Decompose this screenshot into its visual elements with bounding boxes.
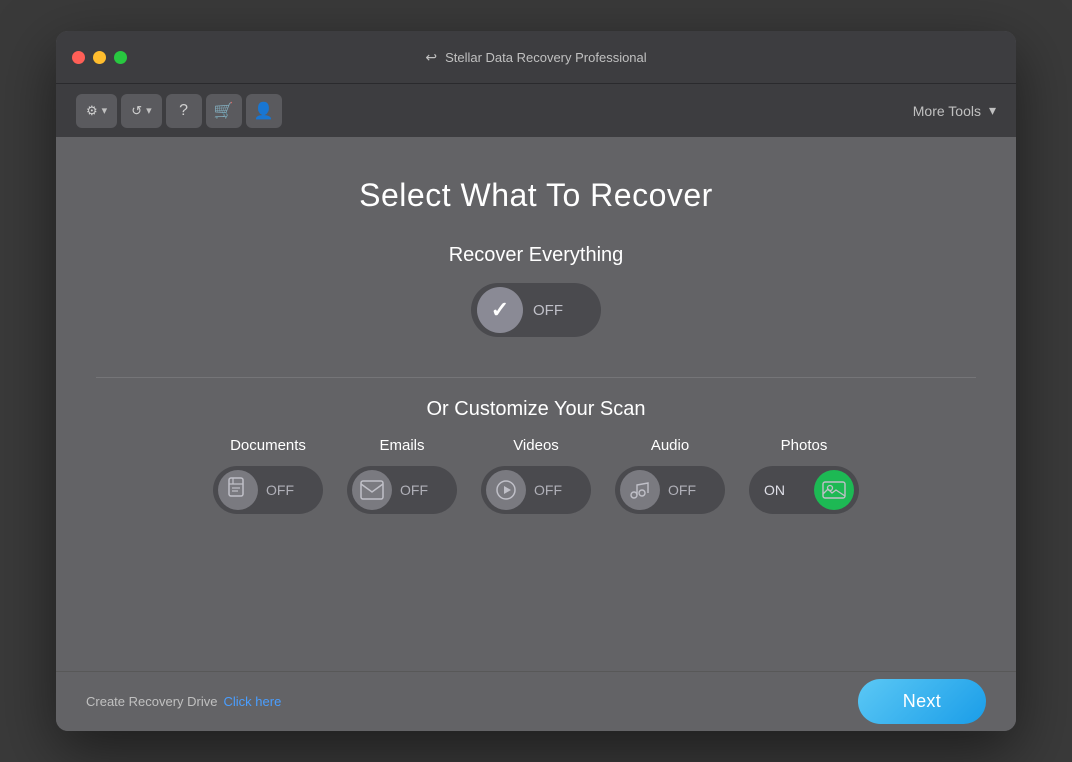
videos-toggle[interactable]: OFF [481,466,591,514]
recover-everything-label: Recover Everything [449,244,624,267]
audio-toggle[interactable]: OFF [615,466,725,514]
help-icon: ? [179,102,188,120]
section-divider [96,377,976,378]
account-icon: 👤 [254,101,274,121]
audio-toggle-label: OFF [660,482,704,498]
recover-everything-section: Recover Everything ✓ OFF [449,244,624,337]
videos-item: Videos OFF [481,437,591,514]
window-title-area: ↩ Stellar Data Recovery Professional [425,49,646,66]
more-tools-label: More Tools [913,103,981,119]
documents-label: Documents [230,437,306,454]
audio-item: Audio OFF [615,437,725,514]
history-icon: ↺ [131,103,142,119]
toolbar-left: ⚙ ▾ ↺ ▾ ? 🛒 👤 [76,94,282,128]
photos-knob [814,470,854,510]
settings-icon: ⚙ [86,103,98,119]
photos-toggle[interactable]: ON [749,466,859,514]
documents-toggle-label: OFF [258,482,302,498]
maximize-button[interactable] [114,51,127,64]
app-window: ↩ Stellar Data Recovery Professional ⚙ ▾… [56,31,1016,731]
email-icon [360,480,384,500]
settings-chevron-icon: ▾ [102,104,108,117]
close-button[interactable] [72,51,85,64]
title-bar: ↩ Stellar Data Recovery Professional [56,31,1016,83]
documents-toggle[interactable]: OFF [213,466,323,514]
account-button[interactable]: 👤 [246,94,282,128]
help-button[interactable]: ? [166,94,202,128]
settings-button[interactable]: ⚙ ▾ [76,94,117,128]
recover-everything-toggle-label: OFF [523,302,573,319]
cart-icon: 🛒 [214,101,234,121]
recovery-drive-area: Create Recovery Drive Click here [86,694,281,709]
bottom-bar: Create Recovery Drive Click here Next [56,671,1016,731]
documents-knob [218,470,258,510]
emails-item: Emails OFF [347,437,457,514]
photos-label: Photos [781,437,828,454]
file-types-row: Documents OFF Emails [213,437,859,514]
traffic-lights [72,51,127,64]
emails-knob [352,470,392,510]
videos-knob [486,470,526,510]
toolbar: ⚙ ▾ ↺ ▾ ? 🛒 👤 More Tools ▾ [56,83,1016,137]
recover-everything-toggle[interactable]: ✓ OFF [471,283,601,337]
history-chevron-icon: ▾ [146,104,152,117]
video-icon [495,479,517,501]
recover-everything-knob[interactable]: ✓ [477,287,523,333]
app-icon: ↩ [425,49,437,66]
cart-button[interactable]: 🛒 [206,94,242,128]
main-content: Select What To Recover Recover Everythin… [56,137,1016,671]
photos-item: Photos ON [749,437,859,514]
audio-knob [620,470,660,510]
customize-scan-label: Or Customize Your Scan [427,398,646,421]
photos-toggle-label: ON [754,482,793,498]
next-button[interactable]: Next [858,679,986,724]
documents-item: Documents OFF [213,437,323,514]
page-title: Select What To Recover [359,177,713,214]
audio-icon [628,479,652,501]
window-title: Stellar Data Recovery Professional [445,50,647,65]
emails-toggle-label: OFF [392,482,436,498]
click-here-link[interactable]: Click here [224,694,282,709]
check-icon: ✓ [491,297,509,323]
more-tools-chevron-icon: ▾ [989,102,996,119]
audio-label: Audio [651,437,689,454]
videos-toggle-label: OFF [526,482,570,498]
emails-label: Emails [379,437,424,454]
emails-toggle[interactable]: OFF [347,466,457,514]
photo-icon [822,480,846,500]
doc-icon [227,477,249,503]
videos-label: Videos [513,437,559,454]
recovery-drive-label: Create Recovery Drive [86,694,218,709]
minimize-button[interactable] [93,51,106,64]
more-tools-button[interactable]: More Tools ▾ [913,102,996,119]
history-button[interactable]: ↺ ▾ [121,94,161,128]
